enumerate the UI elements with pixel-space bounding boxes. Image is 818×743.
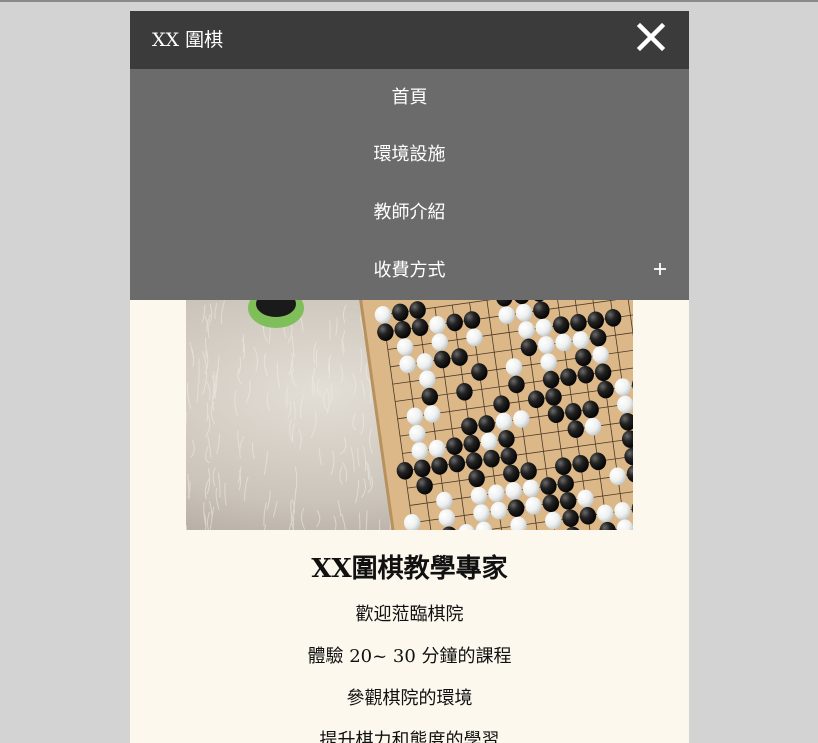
close-menu-button[interactable]: [635, 21, 667, 53]
intro-line-4: 提升棋力和態度的學習: [319, 730, 500, 743]
menu-item-label: 收費方式: [373, 260, 446, 281]
intro-line-2: 體驗 20~ 30 分鐘的課程: [307, 646, 512, 667]
menu-item-label: 教師介紹: [373, 202, 446, 223]
menu-item-teachers[interactable]: 教師介紹: [130, 184, 689, 242]
brand-logo-text[interactable]: XX 圍棋: [152, 27, 223, 53]
window-top-border: [0, 0, 818, 2]
menu-item-label: 首頁: [391, 87, 428, 108]
mobile-page-frame: XX 圍棋 首頁 環境設施 教師介紹 收費方式 XX圍棋教學專家 歡迎蒞臨棋院 …: [130, 11, 689, 743]
main-content: XX圍棋教學專家 歡迎蒞臨棋院 體驗 20~ 30 分鐘的課程 參觀棋院的環境 …: [130, 530, 689, 743]
go-board-photo: [186, 300, 633, 530]
menu-item-facilities[interactable]: 環境設施: [130, 126, 689, 184]
top-navbar: XX 圍棋: [130, 11, 689, 69]
menu-item-label: 環境設施: [373, 144, 446, 165]
intro-line-3: 參觀棋院的環境: [346, 688, 473, 709]
menu-item-fees[interactable]: 收費方式: [130, 242, 689, 300]
intro-line-1: 歡迎蒞臨棋院: [355, 604, 464, 625]
menu-item-home[interactable]: 首頁: [130, 69, 689, 127]
close-icon: [636, 22, 666, 52]
plus-icon[interactable]: [653, 262, 667, 276]
page-title: XX圍棋教學專家: [311, 554, 508, 584]
nav-dropdown-menu: 首頁 環境設施 教師介紹 收費方式: [130, 69, 689, 300]
hero-image: [186, 300, 633, 530]
